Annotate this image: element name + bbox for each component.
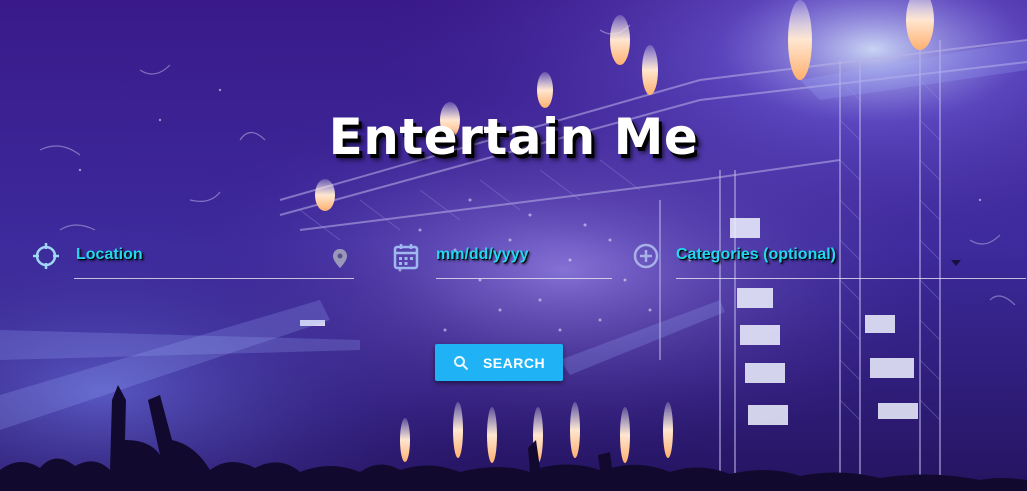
- date-input[interactable]: mm/dd/yyyy: [436, 246, 528, 264]
- categories-select[interactable]: Categories (optional): [676, 246, 836, 264]
- categories-underline: [676, 278, 1026, 279]
- date-underline: [436, 278, 612, 279]
- search-icon: [453, 355, 469, 371]
- search-button[interactable]: SEARCH: [435, 344, 563, 381]
- map-pin-icon[interactable]: [330, 248, 350, 268]
- location-underline: [74, 278, 354, 279]
- location-input[interactable]: Location: [76, 246, 143, 264]
- search-form: Location mm/dd/yyyy Categories (optional…: [0, 236, 1027, 286]
- plus-circle-icon: [632, 242, 660, 270]
- search-button-label: SEARCH: [482, 354, 546, 371]
- crosshair-icon: [32, 242, 60, 270]
- caret-down-icon[interactable]: [950, 252, 962, 266]
- page-title: Entertain Me: [328, 108, 699, 166]
- calendar-icon: [393, 242, 421, 270]
